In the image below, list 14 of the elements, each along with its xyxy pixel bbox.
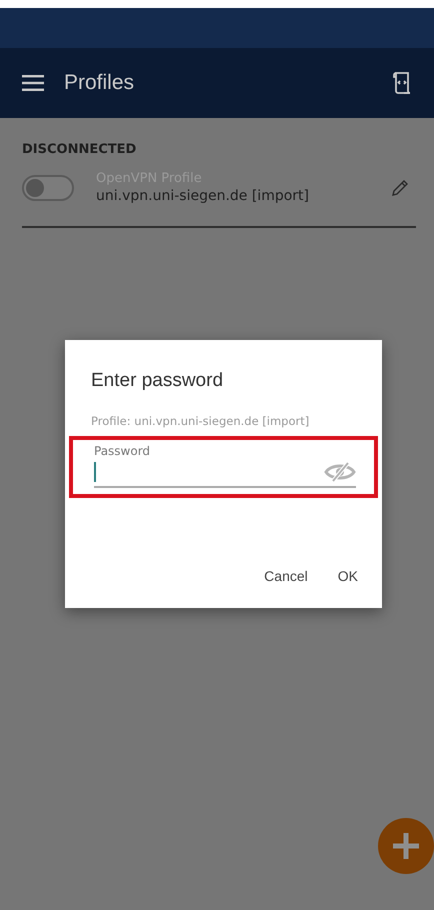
menu-icon[interactable] bbox=[22, 75, 44, 91]
plus-icon bbox=[393, 833, 419, 859]
dialog-message: Profile: uni.vpn.uni-siegen.de [import] bbox=[91, 414, 310, 428]
log-icon[interactable] bbox=[392, 71, 412, 95]
dialog-button[interactable]: OK bbox=[326, 558, 370, 594]
dialog-title: Enter password bbox=[91, 370, 224, 392]
section-header: DISCONNECTED bbox=[22, 142, 138, 157]
dialog-button[interactable]: Cancel bbox=[252, 558, 320, 594]
profile-name[interactable]: uni.vpn.uni-siegen.de [import] bbox=[96, 188, 368, 204]
eye-slash-icon[interactable] bbox=[324, 461, 356, 483]
app-title: Profiles bbox=[64, 71, 136, 95]
password-field[interactable]: Password bbox=[94, 444, 356, 488]
pencil-icon[interactable] bbox=[390, 178, 410, 198]
toggle-switch[interactable] bbox=[22, 174, 74, 200]
